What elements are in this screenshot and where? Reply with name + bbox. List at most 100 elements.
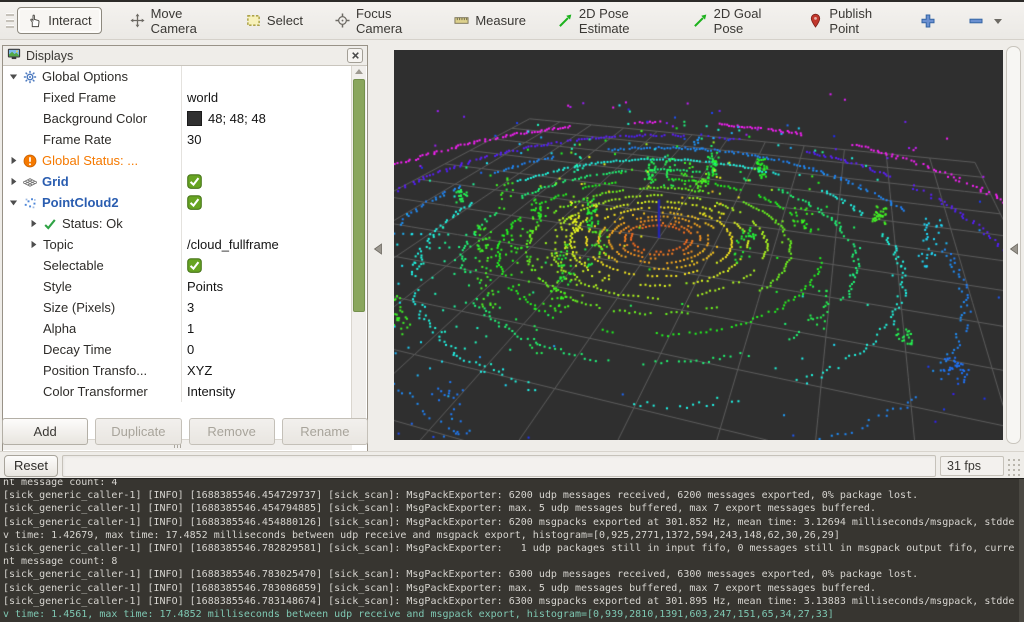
tree-row-color-transformer[interactable]: Color TransformerIntensity [3, 381, 352, 402]
tree-row-position-transfo[interactable]: Position Transfo... XYZ [3, 360, 352, 381]
expander-closed-icon[interactable] [9, 177, 23, 186]
property-value-cell[interactable]: 0 [181, 339, 352, 360]
publish-point-icon [808, 13, 823, 28]
tool-measure-button[interactable]: Measure [444, 7, 536, 34]
3d-viewport[interactable] [394, 50, 1003, 440]
property-value-cell[interactable] [181, 66, 352, 87]
property-label: Background Color [43, 111, 147, 126]
property-value-cell[interactable] [181, 255, 352, 276]
scrollbar-thumb[interactable] [353, 79, 365, 312]
tool-interact-button[interactable]: Interact [17, 7, 101, 34]
tree-row-topic[interactable]: Topic/cloud_fullframe [3, 234, 352, 255]
tool-publish-point-button[interactable]: Publish Point [798, 0, 898, 42]
property-value: 3 [187, 300, 194, 315]
reset-button[interactable]: Reset [4, 455, 58, 477]
tree-row-grid[interactable]: Grid [3, 171, 352, 192]
property-value-cell[interactable]: 30 [181, 129, 352, 150]
tree-row-selectable[interactable]: Selectable [3, 255, 352, 276]
terminal-line: nt message count: 8 [0, 555, 1024, 568]
property-label: PointCloud2 [42, 195, 119, 210]
tool-add-tool-button[interactable] [910, 7, 946, 35]
panel-vertical-scrollbar[interactable] [351, 66, 366, 439]
property-value-cell[interactable] [181, 150, 352, 171]
remove-button: Remove [189, 418, 275, 445]
display-action-buttons: AddDuplicateRemoveRename [2, 418, 368, 445]
tool-label: Move Camera [151, 6, 214, 36]
rename-button: Rename [282, 418, 368, 445]
check-icon [43, 217, 62, 231]
property-name-cell: Global Status: ... [3, 150, 181, 171]
property-label: Topic [43, 237, 73, 252]
terminal-line: [sick_generic_caller-1] [INFO] [16883855… [0, 582, 1024, 595]
add-button[interactable]: Add [2, 418, 88, 445]
property-value-cell[interactable] [181, 192, 352, 213]
terminal-line: [sick_generic_caller-1] [INFO] [16883855… [0, 516, 1024, 529]
property-name-cell: Selectable [3, 255, 181, 276]
terminal-line: v time: 1.4561, max time: 17.4852 millis… [0, 608, 1024, 621]
tree-row-status-ok[interactable]: Status: Ok [3, 213, 352, 234]
tree-row-global-status[interactable]: Global Status: ... [3, 150, 352, 171]
property-label: Alpha [43, 321, 76, 336]
terminal-output[interactable]: nt message count: 4[sick_generic_caller-… [0, 478, 1024, 622]
displays-panel-header[interactable]: Displays [3, 46, 367, 66]
property-label: Position Transfo... [43, 363, 147, 378]
tree-row-global-options[interactable]: Global Options [3, 66, 352, 87]
property-label: Status: Ok [62, 216, 123, 231]
property-name-cell: Style [3, 276, 181, 297]
terminal-lines: nt message count: 4[sick_generic_caller-… [0, 478, 1024, 621]
expander-open-icon[interactable] [9, 198, 23, 207]
property-value-cell[interactable]: 48; 48; 48 [181, 108, 352, 129]
tool-label: Select [267, 13, 303, 28]
property-name-cell: Topic [3, 234, 181, 255]
property-value-cell[interactable]: Intensity [181, 381, 352, 402]
tree-row-size-pixels[interactable]: Size (Pixels)3 [3, 297, 352, 318]
tree-row-frame-rate[interactable]: Frame Rate30 [3, 129, 352, 150]
property-label: Global Status: ... [42, 153, 138, 168]
scroll-up-arrow-icon[interactable] [352, 66, 366, 77]
status-message-field [62, 455, 936, 477]
expander-closed-icon[interactable] [29, 240, 43, 249]
tree-row-decay-time[interactable]: Decay Time 0 [3, 339, 352, 360]
collapse-left-arrow-icon[interactable] [373, 242, 383, 254]
expander-open-icon[interactable] [9, 72, 23, 81]
tool-remove-tool-button[interactable] [958, 7, 1012, 35]
terminal-line: [sick_generic_caller-1] [INFO] [16883855… [0, 489, 1024, 502]
tree-row-alpha[interactable]: Alpha 1 [3, 318, 352, 339]
tool-focus-camera-button[interactable]: Focus Camera [325, 0, 432, 42]
window-resize-grip[interactable] [1006, 457, 1022, 479]
property-value-cell[interactable]: 3 [181, 297, 352, 318]
property-value-cell[interactable]: XYZ [181, 360, 352, 381]
property-value-cell[interactable] [181, 213, 352, 234]
property-label: Decay Time [43, 342, 112, 357]
checkbox-checked-icon[interactable] [187, 258, 202, 273]
tool-2d-pose-estimate-button[interactable]: 2D Pose Estimate [548, 0, 671, 42]
collapse-right-arrow-icon[interactable] [1009, 242, 1019, 254]
property-value-cell[interactable]: /cloud_fullframe [181, 234, 352, 255]
property-name-cell: Status: Ok [3, 213, 181, 234]
toolbar-grip-handle[interactable] [6, 9, 14, 33]
tool-2d-goal-pose-button[interactable]: 2D Goal Pose [683, 0, 787, 42]
expander-closed-icon[interactable] [9, 156, 23, 165]
chevron-down-icon[interactable] [994, 18, 1002, 24]
property-value-cell[interactable]: world [181, 87, 352, 108]
pose-arrow-icon [558, 13, 573, 28]
property-value-cell[interactable]: Points [181, 276, 352, 297]
property-value-cell[interactable] [181, 171, 352, 192]
tree-row-fixed-frame[interactable]: Fixed Frameworld [3, 87, 352, 108]
tree-row-style[interactable]: StylePoints [3, 276, 352, 297]
checkbox-checked-icon[interactable] [187, 174, 202, 189]
expander-closed-icon[interactable] [29, 219, 43, 228]
tree-row-pointcloud2[interactable]: PointCloud2 [3, 192, 352, 213]
property-value-cell[interactable]: 1 [181, 318, 352, 339]
tool-move-camera-button[interactable]: Move Camera [120, 0, 224, 42]
terminal-scrollbar[interactable] [1019, 479, 1024, 622]
property-label: Grid [42, 174, 69, 189]
property-name-cell: Global Options [3, 66, 181, 87]
tool-select-button[interactable]: Select [236, 7, 313, 34]
gear-icon [23, 70, 42, 84]
close-icon[interactable] [347, 48, 363, 63]
checkbox-checked-icon[interactable] [187, 195, 202, 210]
plus-icon [920, 13, 936, 29]
move-camera-icon [130, 13, 145, 28]
tree-row-background-color[interactable]: Background Color 48; 48; 48 [3, 108, 352, 129]
